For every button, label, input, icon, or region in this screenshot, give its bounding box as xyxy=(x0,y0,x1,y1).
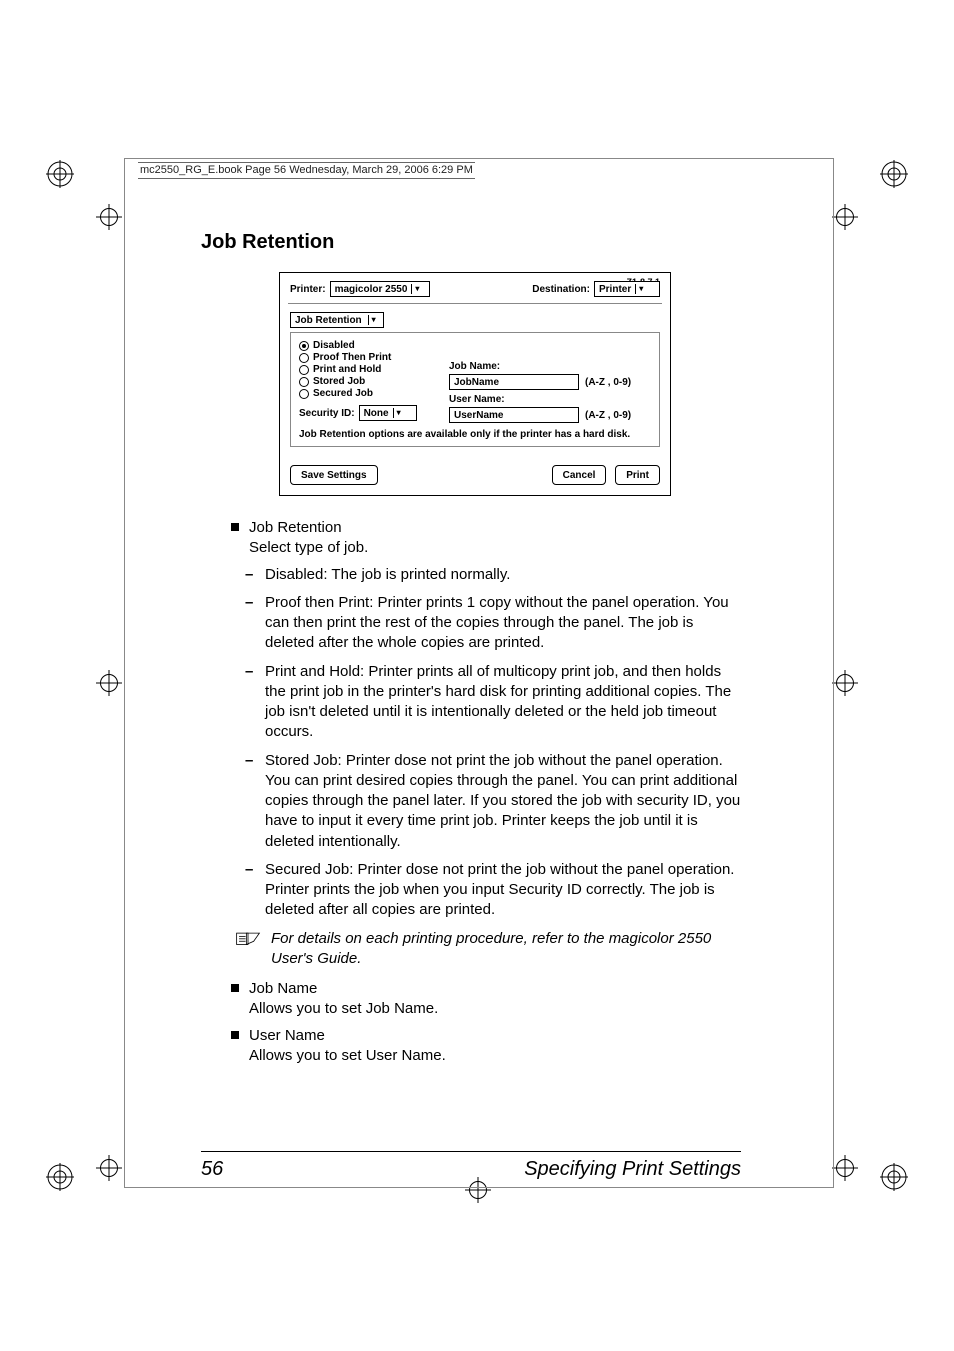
options-group: Disabled Proof Then Print Print and Hold… xyxy=(290,332,660,447)
dropdown-arrows-icon: ▾ xyxy=(368,315,379,325)
chapter-title: Specifying Print Settings xyxy=(524,1158,741,1181)
radio-icon xyxy=(299,341,309,351)
radio-label: Stored Job xyxy=(313,376,365,387)
radio-disabled[interactable]: Disabled xyxy=(299,340,651,351)
crosshair-icon xyxy=(96,204,122,230)
dropdown-arrows-icon: ▾ xyxy=(393,408,404,418)
print-button[interactable]: Print xyxy=(615,465,660,485)
list-item: Job Name Allows you to set Job Name. xyxy=(231,979,741,1020)
username-label: User Name: xyxy=(449,394,649,405)
registration-mark-icon xyxy=(880,1163,908,1191)
button-label: Save Settings xyxy=(301,470,367,481)
sub-item-disabled: Disabled: The job is printed normally. xyxy=(245,565,741,585)
item-desc: Allows you to set Job Name. xyxy=(249,1000,438,1017)
radio-icon xyxy=(299,377,309,387)
dialog-note: Job Retention options are available only… xyxy=(299,429,651,440)
crosshair-icon xyxy=(832,1155,858,1181)
running-head: mc2550_RG_E.book Page 56 Wednesday, Marc… xyxy=(138,162,475,179)
item-desc: Allows you to set User Name. xyxy=(249,1047,446,1064)
job-retention-dialog: Z1-8.7.1 Printer: magicolor 2550 ▾ Desti… xyxy=(279,272,671,496)
crosshair-icon xyxy=(96,1155,122,1181)
registration-mark-icon xyxy=(46,160,74,188)
sub-item-hold: Print and Hold: Printer prints all of mu… xyxy=(245,662,741,743)
registration-mark-icon xyxy=(880,160,908,188)
printer-select-value: magicolor 2550 xyxy=(335,284,408,295)
page-number: 56 xyxy=(201,1158,223,1181)
page-frame: Job Retention Z1-8.7.1 Printer: magicolo… xyxy=(124,158,834,1188)
printer-select[interactable]: magicolor 2550 ▾ xyxy=(330,281,430,297)
list-item: User Name Allows you to set User Name. xyxy=(231,1026,741,1067)
security-id-value: None xyxy=(364,408,389,419)
radio-label: Print and Hold xyxy=(313,364,381,375)
dropdown-arrows-icon: ▾ xyxy=(635,284,646,294)
radio-label: Proof Then Print xyxy=(313,352,391,363)
crosshair-icon xyxy=(96,670,122,696)
jobname-value: JobName xyxy=(454,377,499,388)
button-label: Cancel xyxy=(563,470,596,481)
sub-item-secured: Secured Job: Printer dose not print the … xyxy=(245,860,741,921)
username-value: UserName xyxy=(454,410,503,421)
item-desc: Select type of job. xyxy=(249,539,368,556)
radio-icon xyxy=(299,353,309,363)
crosshair-icon xyxy=(832,204,858,230)
jobname-label: Job Name: xyxy=(449,361,649,372)
save-settings-button[interactable]: Save Settings xyxy=(290,465,378,485)
username-input[interactable]: UserName xyxy=(449,407,579,423)
section-heading: Job Retention xyxy=(201,231,741,254)
dropdown-arrows-icon: ▾ xyxy=(411,284,422,294)
note-text: For details on each printing procedure, … xyxy=(271,929,741,970)
security-id-select[interactable]: None ▾ xyxy=(359,405,417,421)
panel-tab-value: Job Retention xyxy=(295,315,362,326)
username-hint: (A-Z , 0-9) xyxy=(585,410,631,421)
button-label: Print xyxy=(626,470,649,481)
jobname-input[interactable]: JobName xyxy=(449,374,579,390)
sub-item-stored: Stored Job: Printer dose not print the j… xyxy=(245,751,741,852)
destination-label: Destination: xyxy=(532,284,590,295)
list-item: Job Retention Select type of job. xyxy=(231,518,741,559)
item-title: Job Retention xyxy=(249,519,342,536)
radio-icon xyxy=(299,389,309,399)
destination-select[interactable]: Printer ▾ xyxy=(594,281,660,297)
registration-mark-icon xyxy=(46,1163,74,1191)
radio-label: Disabled xyxy=(313,340,355,351)
crosshair-icon xyxy=(832,670,858,696)
item-title: User Name xyxy=(249,1027,325,1044)
printer-label: Printer: xyxy=(290,284,326,295)
destination-select-value: Printer xyxy=(599,284,631,295)
radio-icon xyxy=(299,365,309,375)
radio-label: Secured Job xyxy=(313,388,373,399)
security-id-label: Security ID: xyxy=(299,408,355,419)
sub-item-proof: Proof then Print: Printer prints 1 copy … xyxy=(245,593,741,654)
cancel-button[interactable]: Cancel xyxy=(552,465,607,485)
note-icon xyxy=(235,929,261,951)
item-title: Job Name xyxy=(249,980,317,997)
panel-tab-select[interactable]: Job Retention ▾ xyxy=(290,312,384,328)
jobname-hint: (A-Z , 0-9) xyxy=(585,377,631,388)
